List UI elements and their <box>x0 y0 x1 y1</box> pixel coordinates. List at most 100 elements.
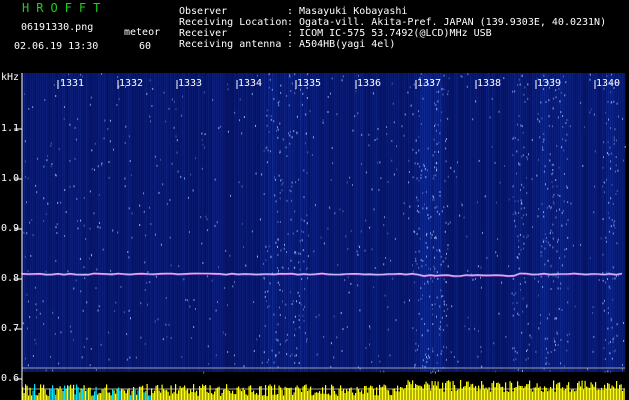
noise-speckle <box>614 128 616 131</box>
noise-streak <box>400 73 402 372</box>
noise-streak <box>44 73 46 372</box>
noise-speckle <box>215 309 217 312</box>
noise-speckle <box>47 154 49 157</box>
noise-streak <box>88 73 90 372</box>
noise-speckle <box>333 356 335 359</box>
noise-speckle <box>76 197 78 200</box>
noise-speckle <box>346 326 348 328</box>
noise-speckle <box>275 355 277 358</box>
noise-speckle <box>567 219 569 222</box>
noise-speckle <box>443 345 445 348</box>
noise-streak <box>120 73 122 372</box>
noise-speckle <box>294 315 296 318</box>
noise-speckle <box>408 170 410 173</box>
noise-streak <box>48 73 50 372</box>
noise-speckle <box>289 142 291 145</box>
noise-speckle <box>101 162 103 165</box>
noise-speckle <box>409 86 411 89</box>
noise-speckle <box>447 223 449 226</box>
activity-bar <box>460 380 462 400</box>
noise-speckle <box>427 213 429 216</box>
activity-bar <box>430 390 432 400</box>
noise-speckle <box>74 126 76 129</box>
activity-bar <box>466 381 468 400</box>
noise-speckle <box>567 287 569 290</box>
activity-bar <box>370 385 372 400</box>
noise-speckle <box>528 343 530 346</box>
noise-speckle <box>593 335 595 338</box>
noise-speckle <box>537 118 539 121</box>
noise-speckle <box>622 364 623 366</box>
noise-speckle <box>192 189 194 192</box>
noise-speckle <box>477 201 478 204</box>
noise-speckle <box>566 334 568 337</box>
noise-speckle <box>81 356 83 359</box>
noise-speckle <box>518 267 520 270</box>
noise-speckle <box>461 76 463 78</box>
noise-speckle <box>312 136 314 139</box>
noise-speckle <box>336 336 338 339</box>
activity-bar <box>101 389 103 400</box>
activity-bar <box>503 392 505 400</box>
noise-speckle <box>259 218 261 221</box>
noise-streak <box>154 73 156 372</box>
activity-bar <box>287 388 289 400</box>
activity-bar <box>94 391 96 400</box>
noise-speckle <box>437 100 439 103</box>
noise-speckle <box>35 342 37 345</box>
noise-speckle <box>226 83 228 86</box>
noise-speckle <box>608 230 610 233</box>
noise-speckle <box>517 123 518 126</box>
activity-bar <box>571 389 573 400</box>
noise-speckle <box>514 200 516 203</box>
noise-speckle <box>222 331 224 334</box>
noise-streak <box>110 73 112 372</box>
noise-speckle <box>108 161 110 164</box>
noise-speckle <box>296 347 298 350</box>
noise-speckle <box>83 196 85 199</box>
noise-speckle <box>25 175 26 178</box>
noise-speckle <box>410 104 412 107</box>
noise-speckle <box>534 277 536 280</box>
noise-speckle <box>387 181 389 183</box>
activity-bar <box>541 391 543 400</box>
activity-bar <box>266 396 268 400</box>
noise-speckle <box>514 136 516 139</box>
noise-speckle <box>311 154 313 156</box>
noise-streak <box>332 73 334 372</box>
activity-bar <box>34 384 36 400</box>
noise-streak <box>256 73 258 372</box>
noise-speckle <box>545 356 547 359</box>
noise-speckle <box>380 177 382 180</box>
activity-bar <box>127 389 129 400</box>
activity-bar <box>31 395 33 400</box>
noise-speckle <box>420 176 422 179</box>
noise-speckle <box>291 181 293 184</box>
noise-speckle <box>531 178 533 181</box>
noise-speckle <box>371 188 373 191</box>
noise-speckle <box>611 326 613 329</box>
activity-bar <box>136 394 138 400</box>
noise-speckle <box>520 189 521 191</box>
noise-streak <box>186 73 188 372</box>
noise-speckle <box>364 249 366 252</box>
noise-speckle <box>566 248 568 250</box>
activity-bar <box>392 388 394 400</box>
noise-speckle <box>90 347 92 350</box>
noise-speckle <box>99 222 100 224</box>
noise-speckle <box>559 287 561 290</box>
noise-speckle <box>553 202 555 205</box>
noise-speckle <box>125 125 127 128</box>
activity-bar <box>524 386 526 400</box>
noise-speckle <box>124 141 126 144</box>
noise-speckle <box>515 358 517 361</box>
noise-speckle <box>512 195 514 198</box>
noise-speckle <box>300 88 301 91</box>
noise-speckle <box>457 360 459 363</box>
noise-speckle <box>151 105 153 107</box>
activity-bar <box>391 395 393 400</box>
activity-bar <box>262 395 264 400</box>
activity-bar <box>505 382 507 400</box>
noise-speckle <box>115 301 117 304</box>
noise-speckle <box>305 113 307 116</box>
